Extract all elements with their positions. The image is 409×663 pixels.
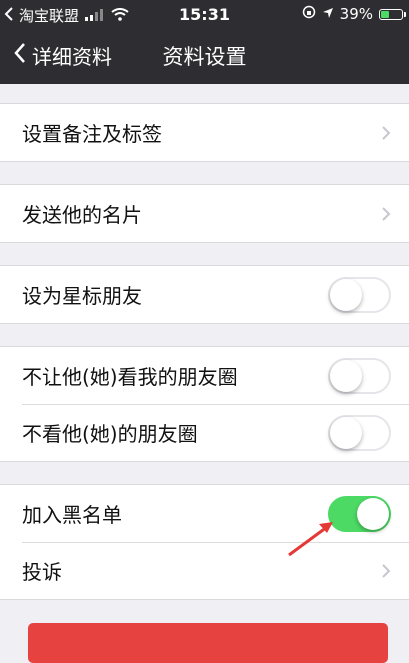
hide-their-moments-switch[interactable] [328,415,391,451]
hide-my-moments-switch[interactable] [328,358,391,394]
chevron-right-icon [382,207,391,221]
battery-icon [379,8,406,20]
row-report[interactable]: 投诉 [0,542,409,599]
annotation-arrow-icon [288,522,333,557]
switch-knob [330,417,362,449]
group-remark: 设置备注及标签 [0,103,409,162]
row-remark[interactable]: 设置备注及标签 [0,104,409,161]
row-send-card[interactable]: 发送他的名片 [0,185,409,242]
group-blacklist: 加入黑名单 投诉 [0,484,409,600]
rotation-lock-icon [302,5,316,23]
row-label: 不让他(她)看我的朋友圈 [22,365,238,389]
group-star-friend: 设为星标朋友 [0,265,409,324]
row-star-friend: 设为星标朋友 [0,266,409,323]
row-label: 发送他的名片 [22,203,142,227]
row-hide-my-moments: 不让他(她)看我的朋友圈 [0,347,409,404]
group-moments: 不让他(她)看我的朋友圈 不看他(她)的朋友圈 [0,346,409,462]
chevron-right-icon [382,564,391,578]
row-blacklist: 加入黑名单 [0,485,409,542]
row-hide-their-moments: 不看他(她)的朋友圈 [0,404,409,461]
location-icon [322,5,334,23]
switch-knob [357,498,389,530]
switch-knob [330,360,362,392]
status-bar: 淘宝联盟 15:31 39% [0,0,409,30]
group-send-card: 发送他的名片 [0,184,409,243]
switch-knob [330,279,362,311]
row-label: 加入黑名单 [22,503,122,527]
star-friend-switch[interactable] [328,277,391,313]
row-label: 设置备注及标签 [22,122,162,146]
status-right: 39% [302,5,406,23]
chevron-right-icon [382,126,391,140]
row-label: 投诉 [22,560,62,584]
delete-contact-button[interactable] [28,623,388,663]
row-label: 不看他(她)的朋友圈 [22,422,198,446]
navigation-bar: 详细资料 资料设置 [0,30,409,84]
page-title: 资料设置 [162,45,247,69]
battery-percent: 39% [339,5,373,23]
row-label: 设为星标朋友 [22,284,142,308]
